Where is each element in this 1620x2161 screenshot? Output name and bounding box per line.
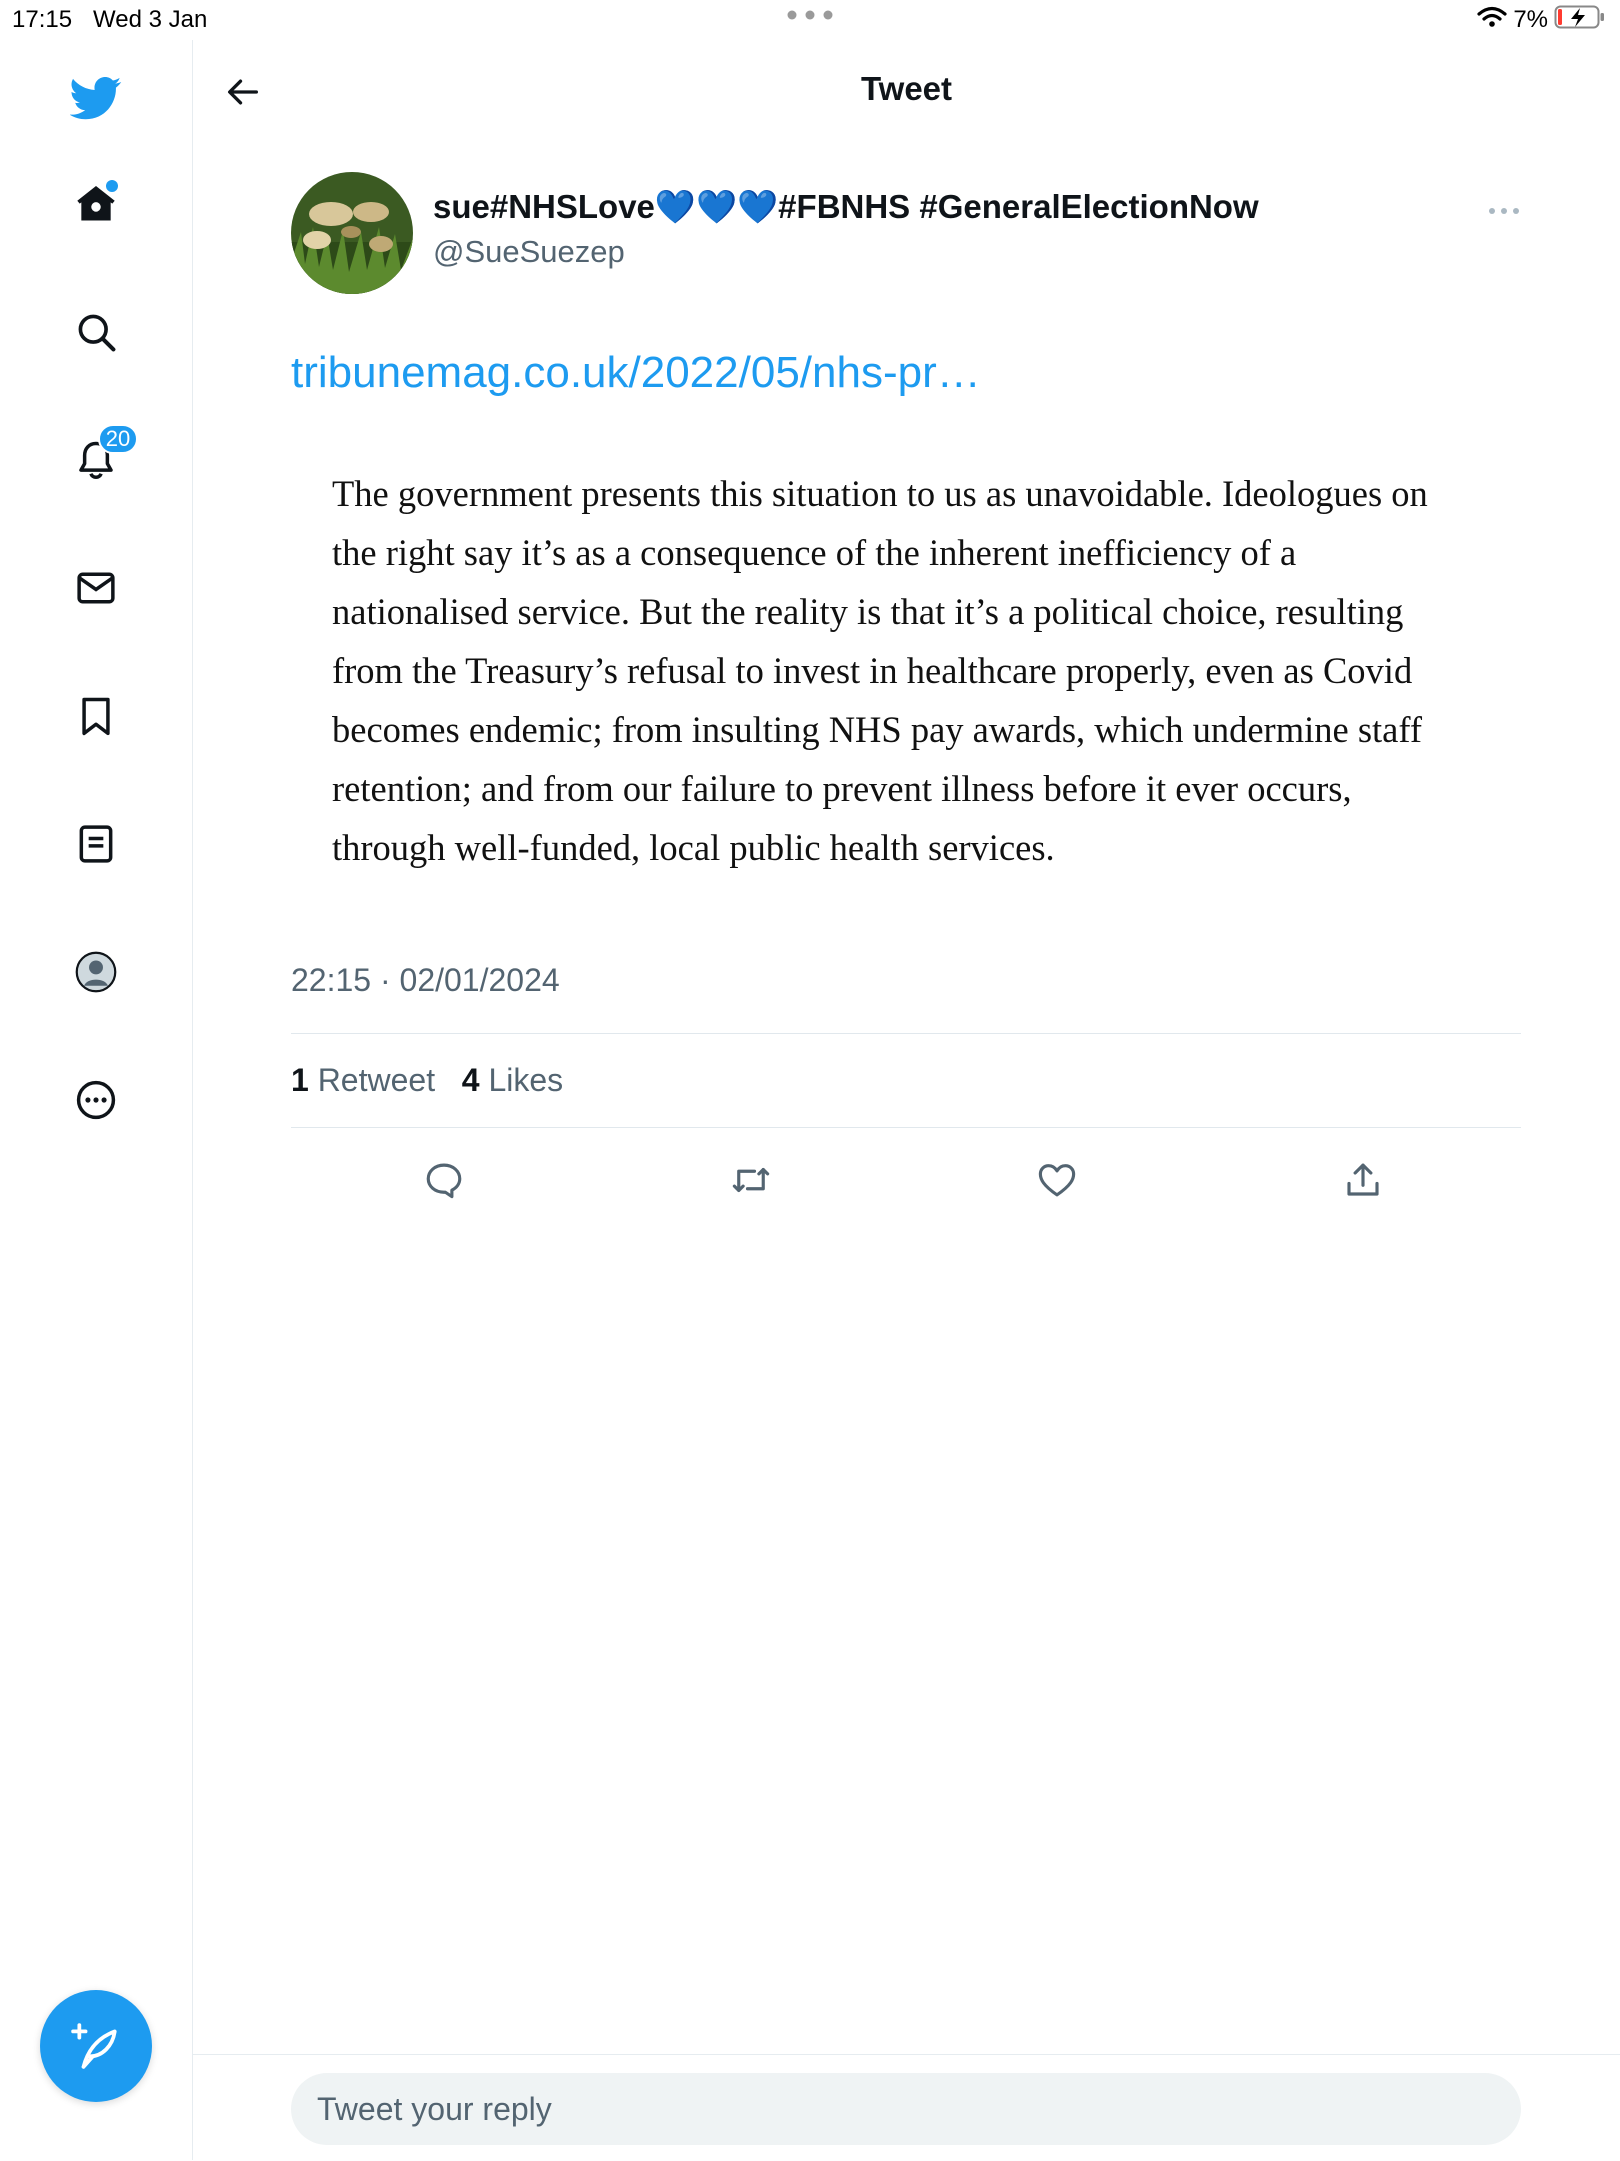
multitask-dots-icon[interactable]	[786, 8, 834, 26]
likes-stat[interactable]: 4 Likes	[462, 1062, 563, 1098]
tweet-more-button[interactable]	[1484, 194, 1524, 228]
retweets-stat[interactable]: 1 Retweet	[291, 1062, 435, 1098]
reply-input[interactable]	[291, 2073, 1521, 2145]
sidebar-item-lists[interactable]	[56, 804, 136, 884]
sidebar-item-bookmarks[interactable]	[56, 676, 136, 756]
reply-button[interactable]	[414, 1150, 474, 1210]
share-icon	[1347, 1163, 1379, 1196]
retweet-button[interactable]	[721, 1150, 781, 1210]
reply-bar	[193, 2054, 1620, 2161]
search-icon	[78, 314, 116, 352]
more-circle-icon	[76, 1080, 116, 1120]
heart-icon	[1038, 1164, 1076, 1197]
status-bar: 17:15 Wed 3 Jan 7%	[0, 0, 1620, 40]
tweet-link[interactable]: tribunemag.co.uk/2022/05/nhs-pr…	[291, 348, 981, 398]
tweet-stats: 1 Retweet 4 Likes	[291, 1062, 563, 1099]
sidebar-item-notifications[interactable]: 20	[56, 420, 138, 500]
tweet-author-name[interactable]: sue#NHSLove💙💙💙#FBNHS #GeneralElectionNow	[433, 188, 1259, 227]
battery-charging-icon	[1554, 4, 1606, 37]
sidebar-item-more[interactable]	[56, 1060, 136, 1140]
tweet-image-text[interactable]: The government presents this situation t…	[332, 464, 1452, 877]
tweet-author-handle[interactable]: @SueSuezep	[433, 234, 625, 270]
like-count: 4	[461, 1062, 480, 1098]
retweet-icon	[732, 1167, 770, 1193]
notifications-badge: 20	[98, 424, 138, 454]
more-horizontal-icon	[1489, 208, 1519, 214]
divider	[291, 1033, 1521, 1034]
reply-icon	[426, 1163, 462, 1199]
twitter-logo-icon[interactable]	[56, 58, 136, 138]
compose-tweet-button[interactable]	[40, 1990, 152, 2102]
like-label: Likes	[488, 1062, 564, 1098]
list-icon	[79, 825, 113, 863]
like-button[interactable]	[1027, 1150, 1087, 1210]
retweet-count: 1	[291, 1062, 309, 1098]
status-right: 7%	[1477, 4, 1606, 36]
status-time: 17:15	[12, 6, 73, 33]
divider	[291, 1127, 1521, 1128]
share-button[interactable]	[1333, 1150, 1393, 1210]
sidebar-item-profile[interactable]	[56, 932, 136, 1012]
wifi-icon	[1477, 6, 1507, 35]
page-title: Tweet	[860, 70, 953, 107]
compose-feather-icon	[71, 2023, 117, 2069]
tweet-header: Tweet	[193, 40, 1620, 142]
mail-icon	[77, 572, 115, 604]
status-date: Wed 3 Jan	[93, 6, 208, 33]
avatar[interactable]	[291, 172, 413, 294]
bookmark-icon	[82, 697, 110, 736]
sidebar-item-messages[interactable]	[56, 548, 136, 628]
tweet-timestamp: 22:15 · 02/01/2024	[291, 962, 560, 998]
battery-percent: 7%	[1513, 6, 1548, 33]
retweet-label: Retweet	[317, 1062, 436, 1098]
profile-icon	[75, 951, 117, 993]
sidebar: 20	[0, 40, 193, 2160]
home-unread-dot	[106, 180, 118, 192]
sidebar-item-explore[interactable]	[56, 292, 136, 372]
sidebar-item-home[interactable]	[56, 164, 136, 244]
